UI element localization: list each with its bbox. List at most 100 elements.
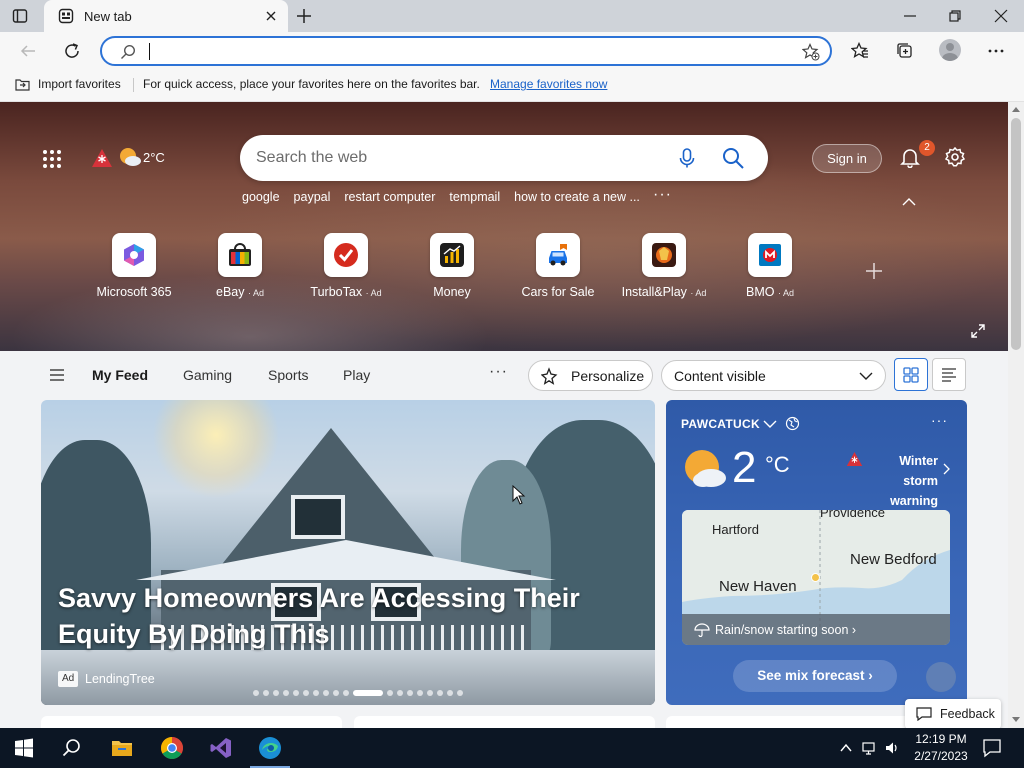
new-tab-plus-icon[interactable]: [294, 6, 314, 26]
grid-view-button[interactable]: [894, 358, 928, 391]
carousel-dot[interactable]: [333, 690, 339, 696]
carousel-dot[interactable]: [387, 690, 393, 696]
next-article-card[interactable]: [41, 716, 342, 728]
refresh-icon[interactable]: [63, 42, 81, 60]
tab-sports[interactable]: Sports: [268, 367, 308, 383]
add-quick-link-plus-icon[interactable]: [864, 261, 884, 281]
scroll-up-arrow-icon[interactable]: [1011, 105, 1021, 113]
tab-new-tab[interactable]: New tab: [44, 0, 288, 32]
trending-search-item[interactable]: how to create a new ...: [514, 190, 640, 204]
carousel-dot[interactable]: [407, 690, 413, 696]
partly-cloudy-icon[interactable]: [118, 146, 142, 168]
web-search-input[interactable]: [256, 147, 656, 169]
carousel-dot[interactable]: [293, 690, 299, 696]
more-tabs-button[interactable]: ···: [489, 363, 508, 381]
scrollbar-thumb[interactable]: [1011, 118, 1021, 350]
feedback-button[interactable]: Feedback: [905, 699, 1001, 728]
article-headline[interactable]: Savvy Homeowners Are Accessing Their Equ…: [58, 580, 618, 652]
list-view-button[interactable]: [932, 358, 966, 391]
carousel-dot[interactable]: [323, 690, 329, 696]
notifications-bell-icon[interactable]: [899, 146, 921, 168]
favorites-icon[interactable]: [851, 42, 869, 60]
see-forecast-button[interactable]: See mix forecast ›: [733, 660, 897, 692]
quick-link-ebay[interactable]: eBay · Ad: [185, 233, 295, 299]
show-hidden-icons-chevron-icon[interactable]: [838, 740, 854, 756]
tab-gaming[interactable]: Gaming: [183, 367, 232, 383]
carousel-dot[interactable]: [427, 690, 433, 696]
tab-play[interactable]: Play: [343, 367, 370, 383]
more-suggestions-button[interactable]: ···: [653, 186, 672, 204]
content-visibility-dropdown[interactable]: Content visible: [661, 360, 886, 391]
tab-actions-icon[interactable]: [12, 8, 28, 24]
personalize-button[interactable]: Personalize: [528, 360, 653, 391]
carousel-dot[interactable]: [283, 690, 289, 696]
page-scrollbar[interactable]: [1008, 102, 1024, 728]
sign-in-button[interactable]: Sign in: [812, 144, 882, 173]
volume-icon[interactable]: [884, 740, 900, 756]
carousel-dot[interactable]: [417, 690, 423, 696]
more-options-icon[interactable]: [987, 42, 1005, 60]
weather-map[interactable]: Hartford Providence New Bedford New Have…: [682, 510, 950, 645]
search-icon[interactable]: [721, 146, 745, 170]
add-favorite-star-icon[interactable]: [802, 43, 820, 61]
network-icon[interactable]: [862, 740, 878, 756]
featured-article-card[interactable]: Savvy Homeowners Are Accessing Their Equ…: [41, 400, 655, 705]
taskbar-chrome[interactable]: [148, 728, 196, 768]
settings-gear-icon[interactable]: [944, 146, 966, 168]
header-temperature[interactable]: 2°C: [143, 150, 165, 165]
carousel-dot[interactable]: [447, 690, 453, 696]
winter-storm-alert-icon[interactable]: [91, 148, 113, 168]
quick-link-microsoft-365[interactable]: Microsoft 365: [79, 233, 189, 299]
weather-more-options[interactable]: ···: [931, 412, 948, 428]
chevron-down-icon[interactable]: [763, 419, 777, 429]
carousel-dot[interactable]: [343, 690, 349, 696]
location-globe-icon[interactable]: [785, 416, 800, 431]
weather-card[interactable]: PAWCATUCK ··· 2 °C Winter storm warning …: [666, 400, 967, 705]
collections-icon[interactable]: [896, 42, 914, 60]
taskbar-edge[interactable]: [246, 728, 294, 768]
action-center-icon[interactable]: [982, 738, 1002, 758]
expand-background-icon[interactable]: [970, 323, 986, 339]
carousel-dot[interactable]: [397, 690, 403, 696]
quick-link-money[interactable]: Money: [397, 233, 507, 299]
carousel-dot[interactable]: [263, 690, 269, 696]
carousel-indicator[interactable]: [253, 690, 467, 696]
precipitation-banner[interactable]: Rain/snow starting soon ›: [682, 614, 950, 645]
next-article-card[interactable]: [354, 716, 655, 728]
manage-favorites-link[interactable]: Manage favorites now: [490, 77, 607, 91]
start-button[interactable]: [0, 728, 48, 768]
collapse-chevron-up-icon[interactable]: [902, 197, 916, 207]
hamburger-menu-icon[interactable]: [49, 368, 65, 382]
trending-search-item[interactable]: paypal: [294, 190, 331, 204]
app-launcher-icon[interactable]: [42, 149, 62, 169]
carousel-dot[interactable]: [353, 690, 383, 696]
trending-search-item[interactable]: google: [242, 190, 280, 204]
carousel-dot[interactable]: [437, 690, 443, 696]
scroll-down-arrow-icon[interactable]: [1011, 716, 1021, 724]
carousel-dot[interactable]: [253, 690, 259, 696]
chevron-right-icon[interactable]: [942, 463, 950, 475]
trending-search-item[interactable]: tempmail: [449, 190, 500, 204]
profile-avatar[interactable]: [939, 39, 961, 61]
taskbar-visual-studio[interactable]: [197, 728, 245, 768]
taskbar-file-explorer[interactable]: [98, 728, 146, 768]
close-window-icon[interactable]: [993, 8, 1009, 24]
import-favorites-button[interactable]: Import favorites: [38, 77, 121, 91]
back-arrow-icon[interactable]: [19, 42, 37, 60]
microphone-icon[interactable]: [676, 147, 698, 169]
restore-icon[interactable]: [947, 8, 963, 24]
weather-alert-link[interactable]: Winter storm warning: [864, 451, 938, 511]
taskbar-search-button[interactable]: [48, 728, 96, 768]
article-sponsor[interactable]: LendingTree: [85, 672, 155, 686]
weather-location[interactable]: PAWCATUCK: [681, 417, 760, 431]
carousel-dot[interactable]: [303, 690, 309, 696]
trending-search-item[interactable]: restart computer: [344, 190, 435, 204]
address-input[interactable]: [148, 42, 788, 62]
carousel-dot[interactable]: [273, 690, 279, 696]
carousel-dot[interactable]: [313, 690, 319, 696]
quick-link-turbotax[interactable]: TurboTax · Ad: [291, 233, 401, 299]
tab-my-feed[interactable]: My Feed: [92, 367, 148, 383]
address-bar[interactable]: [100, 36, 832, 66]
quick-link-bmo[interactable]: BMO · Ad: [715, 233, 825, 299]
quick-link-cars-for-sale[interactable]: Cars for Sale: [503, 233, 613, 299]
